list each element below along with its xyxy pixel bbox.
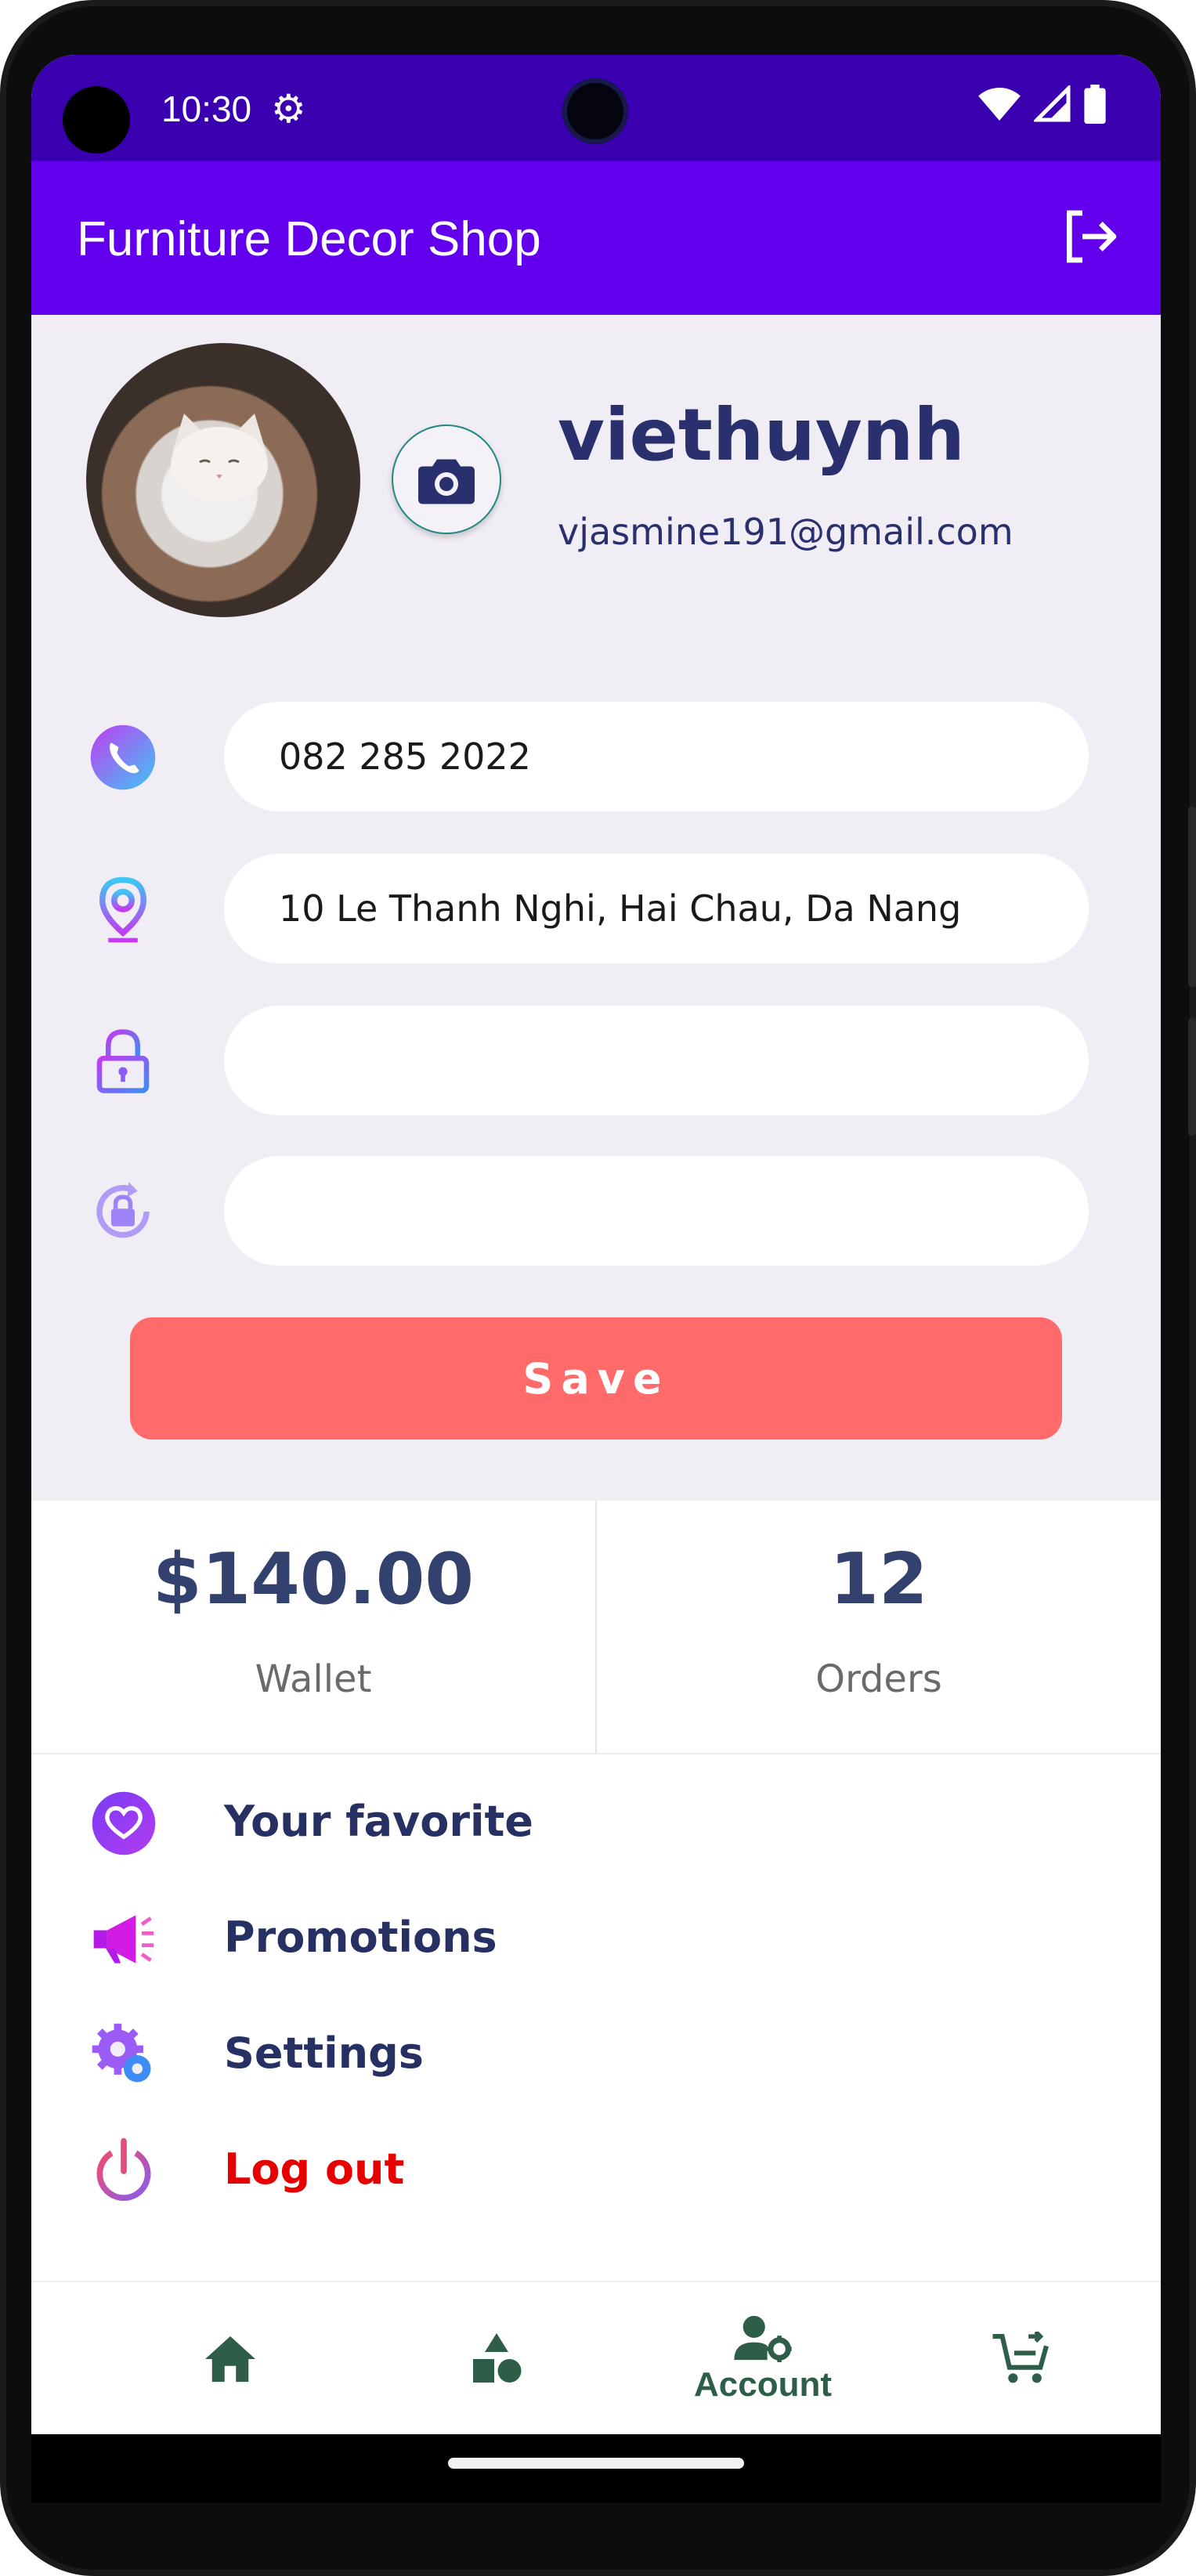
categories-icon (473, 2333, 522, 2383)
menu-item-logout[interactable]: Log out (31, 2124, 1161, 2218)
menu-label-promotions: Promotions (224, 1913, 497, 1962)
wallet-stat[interactable]: $140.00 Wallet (31, 1501, 595, 1753)
avatar[interactable] (86, 343, 360, 617)
settings-icon (92, 2023, 151, 2083)
lock-icon (96, 1029, 150, 1093)
app-bar: Furniture Decor Shop (31, 161, 1161, 315)
menu-item-settings[interactable]: Settings (31, 2008, 1161, 2102)
location-pin-icon (99, 876, 147, 943)
home-icon (205, 2336, 255, 2383)
cart-icon (992, 2332, 1049, 2383)
nav-account-label: Account (694, 2365, 832, 2404)
heart-icon (92, 1791, 156, 1855)
nav-home[interactable] (97, 2282, 363, 2436)
nav-cart[interactable] (888, 2282, 1154, 2436)
volume-side-button (1188, 1018, 1196, 1136)
confirm-password-field[interactable] (224, 1156, 1089, 1266)
app-title: Furniture Decor Shop (77, 212, 541, 266)
phone-row: 082 285 2022 (31, 702, 1161, 811)
gesture-bar (31, 2434, 1161, 2502)
orders-value: 12 (829, 1538, 928, 1620)
front-camera (562, 78, 628, 144)
home-gesture-handle[interactable] (448, 2458, 744, 2469)
reset-lock-icon (96, 1182, 150, 1238)
address-row: 10 Le Thanh Nghi, Hai Chau, Da Nang (31, 854, 1161, 963)
menu-label-logout: Log out (224, 2144, 405, 2194)
signal-icon (1034, 85, 1071, 122)
password-field[interactable] (224, 1006, 1089, 1115)
camera-cutout-left (63, 86, 130, 154)
account-icon (734, 2315, 792, 2362)
phone-icon (90, 724, 156, 790)
status-icons (977, 85, 1106, 124)
orders-stat[interactable]: 12 Orders (597, 1501, 1161, 1753)
username: viethuynh (558, 393, 965, 477)
camera-icon (418, 459, 475, 504)
change-photo-button[interactable] (392, 425, 501, 534)
address-field[interactable]: 10 Le Thanh Nghi, Hai Chau, Da Nang (224, 854, 1089, 963)
battery-icon (1084, 85, 1106, 124)
menu-label-favorite: Your favorite (224, 1797, 533, 1846)
power-side-button (1188, 807, 1196, 987)
profile-section: viethuynh vjasmine191@gmail.com 082 285 … (31, 315, 1161, 1501)
orders-label: Orders (815, 1657, 942, 1701)
phone-screen: 10:30 ⚙ Furniture Decor Shop viethuynh v… (31, 55, 1161, 2502)
phone-field[interactable]: 082 285 2022 (224, 702, 1089, 811)
status-time: 10:30 (161, 89, 252, 129)
stats-panel: $140.00 Wallet 12 Orders (31, 1501, 1161, 1754)
user-email: vjasmine191@gmail.com (558, 511, 1014, 553)
wallet-value: $140.00 (153, 1538, 474, 1620)
confirm-password-row (31, 1156, 1161, 1266)
wifi-icon (978, 88, 1021, 121)
cat-photo (171, 414, 268, 500)
menu-label-settings: Settings (224, 2029, 424, 2078)
save-button[interactable]: Save (130, 1317, 1062, 1440)
power-icon (96, 2137, 151, 2201)
nav-categories[interactable] (363, 2282, 630, 2436)
password-row (31, 1006, 1161, 1115)
logout-icon[interactable] (1059, 205, 1122, 268)
bottom-navigation: Account (31, 2281, 1161, 2436)
settings-status-icon: ⚙ (271, 86, 306, 132)
wallet-label: Wallet (255, 1657, 372, 1701)
menu-item-promotions[interactable]: Promotions (31, 1892, 1161, 1986)
menu-item-favorite[interactable]: Your favorite (31, 1776, 1161, 1870)
megaphone-icon (93, 1915, 154, 1964)
nav-account[interactable]: Account (630, 2282, 896, 2436)
status-bar: 10:30 ⚙ (31, 55, 1161, 161)
